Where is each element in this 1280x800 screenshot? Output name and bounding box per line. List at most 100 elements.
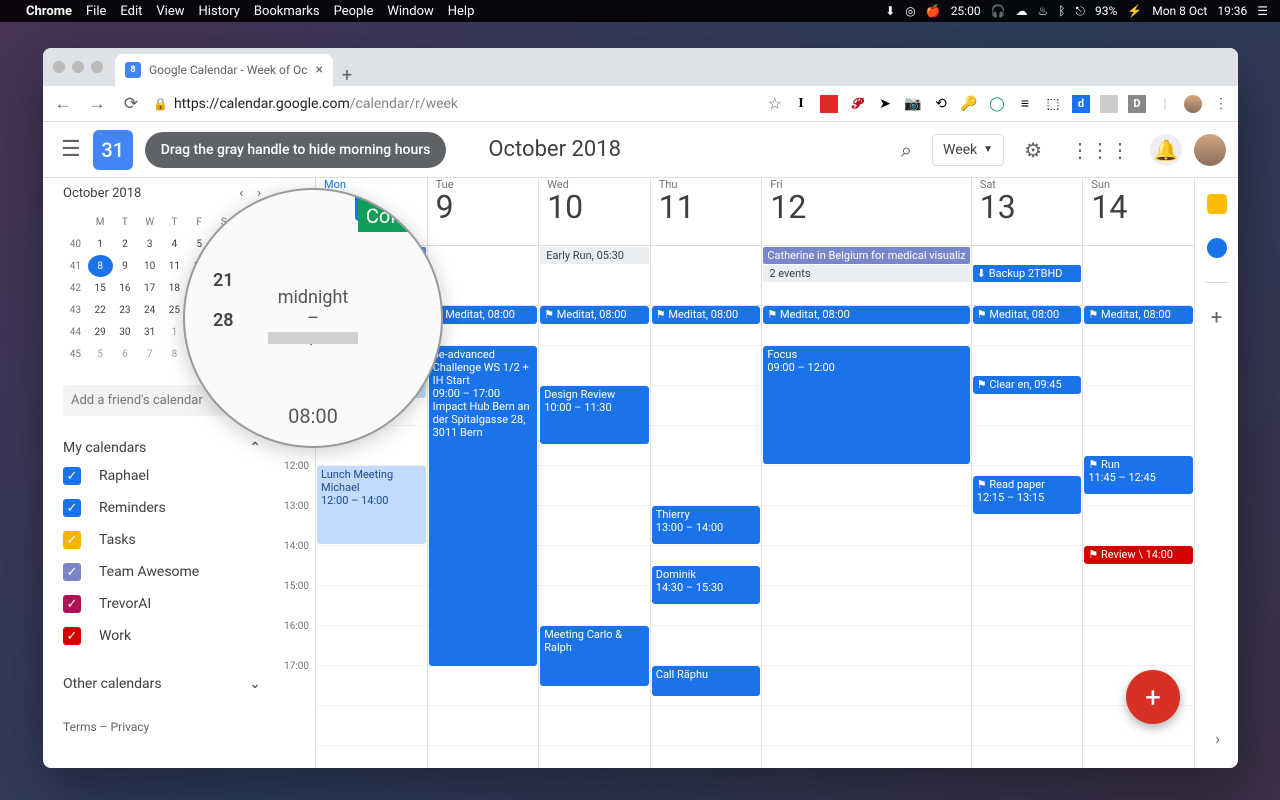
chevron-up-icon[interactable]: ⌃ xyxy=(249,440,261,456)
ext-pinterest[interactable]: 𝓟 xyxy=(848,95,866,113)
new-tab-button[interactable]: + xyxy=(333,65,361,86)
calendar-checkbox[interactable]: ✓ xyxy=(63,627,81,645)
calendar-event[interactable]: Run11:45 – 12:45 xyxy=(1084,456,1193,494)
battery-icon[interactable]: ⚡ xyxy=(1127,4,1142,18)
clock[interactable]: 19:36 xyxy=(1217,4,1247,18)
hours-area[interactable]: Meditat, 08:00Thierry13:00 – 14:00Domini… xyxy=(651,306,762,768)
tab-close-icon[interactable]: × xyxy=(316,62,323,78)
hours-area[interactable]: Meditat, 08:00Design Review10:00 – 11:30… xyxy=(539,306,650,768)
mini-cal-day[interactable]: 22 xyxy=(88,299,113,321)
date[interactable]: Mon 8 Oct xyxy=(1152,4,1207,18)
bluetooth-icon[interactable]: ᛒ xyxy=(1058,4,1065,18)
allday-row[interactable]: Catherine in Belgium for medical visuali… xyxy=(762,246,970,306)
user-avatar[interactable] xyxy=(1194,134,1226,166)
calendar-event[interactable]: Meditat, 08:00 xyxy=(1084,306,1193,324)
chrome-menu-icon[interactable]: ⋮ xyxy=(1212,95,1230,113)
day-header[interactable]: Wed10 xyxy=(539,178,650,246)
sync-icon[interactable]: ◎ xyxy=(905,4,915,18)
day-header[interactable]: Tue9 xyxy=(428,178,539,246)
chevron-down-icon[interactable]: ⌄ xyxy=(249,676,261,692)
hours-area[interactable]: Meditat, 08:00Clear en, 09:45Read paper1… xyxy=(972,306,1083,768)
allday-row[interactable] xyxy=(651,246,762,306)
calendar-item[interactable]: ✓TrevorAI xyxy=(63,588,261,620)
mini-cal-day[interactable]: 2 xyxy=(113,233,138,255)
battery[interactable]: 93% xyxy=(1095,4,1117,18)
mini-cal-day[interactable]: 5 xyxy=(88,343,113,365)
mini-cal-day[interactable]: 11 xyxy=(162,255,187,277)
ext-refresh[interactable]: ⟲ xyxy=(932,95,950,113)
allday-row[interactable]: Early Run, 05:30 xyxy=(539,246,650,306)
mini-cal-day[interactable]: 7 xyxy=(137,343,162,365)
main-menu-icon[interactable]: ☰ xyxy=(61,137,81,162)
keep-icon[interactable] xyxy=(1207,194,1227,214)
ext-cursor[interactable]: ➤ xyxy=(876,95,894,113)
wifi-icon[interactable]: ⎋ xyxy=(1076,4,1086,19)
ext-box[interactable]: ⬚ xyxy=(1044,95,1062,113)
mini-cal-day[interactable]: 18 xyxy=(162,277,187,299)
calendar-event[interactable]: Design Review10:00 – 11:30 xyxy=(540,386,649,444)
calendar-event[interactable]: be-advanced Challenge WS 1/2 + IH Start0… xyxy=(429,346,538,666)
mini-cal-day[interactable]: 4 xyxy=(162,233,187,255)
calendar-event[interactable]: Meditat, 08:00 xyxy=(429,306,538,324)
dropbox-icon[interactable]: ⬇ xyxy=(885,4,895,18)
view-selector[interactable]: Week▼ xyxy=(932,134,1004,166)
mini-cal-day[interactable]: 17 xyxy=(137,277,162,299)
gear-icon[interactable]: ⚙ xyxy=(1016,130,1050,170)
mini-cal-day[interactable]: 3 xyxy=(137,233,162,255)
apps-grid-icon[interactable]: ⋮⋮⋮ xyxy=(1062,130,1138,170)
menu-help[interactable]: Help xyxy=(448,4,475,19)
allday-row[interactable]: x⬇ Backup 2TBHD xyxy=(972,246,1083,306)
menu-history[interactable]: History xyxy=(199,4,240,19)
footer-links[interactable]: Terms – Privacy xyxy=(63,720,261,734)
calendar-event[interactable]: Meditat, 08:00 xyxy=(652,306,761,324)
mini-cal-day[interactable]: 23 xyxy=(113,299,138,321)
zoom-window-button[interactable] xyxy=(91,61,103,73)
create-event-fab[interactable]: + xyxy=(1126,670,1180,724)
url-field[interactable]: 🔒 https://calendar.google.com/calendar/r… xyxy=(153,96,758,112)
add-addon-icon[interactable]: + xyxy=(1207,307,1227,327)
flame-icon[interactable]: ♨ xyxy=(1038,4,1049,18)
menu-edit[interactable]: Edit xyxy=(120,4,142,19)
day-header[interactable]: Sun14 xyxy=(1083,178,1194,246)
ext-key[interactable]: 🔑 xyxy=(960,95,978,113)
browser-tab[interactable]: 8 Google Calendar - Week of Oc × xyxy=(115,54,333,86)
timer[interactable]: 25:00 xyxy=(951,4,981,18)
mini-cal-day[interactable]: 8 xyxy=(88,255,113,277)
calendar-event[interactable]: Review \ 14:00 xyxy=(1084,546,1193,564)
calendar-checkbox[interactable]: ✓ xyxy=(63,531,81,549)
ext-flipboard[interactable] xyxy=(820,95,838,113)
ext-d2[interactable]: D xyxy=(1128,95,1146,113)
calendar-item[interactable]: ✓Team Awesome xyxy=(63,556,261,588)
allday-row[interactable] xyxy=(428,246,539,306)
expand-rail-icon[interactable]: › xyxy=(1215,729,1220,748)
calendar-event[interactable]: Clear en, 09:45 xyxy=(973,376,1082,394)
hours-area[interactable]: Meditat, 08:00 be-advanced Challenge WS 1… xyxy=(428,306,539,768)
mini-cal-day[interactable]: 31 xyxy=(137,321,162,343)
allday-summary[interactable]: Early Run, 05:30 xyxy=(540,247,649,264)
tasks-icon[interactable] xyxy=(1207,238,1227,258)
calendar-checkbox[interactable]: ✓ xyxy=(63,499,81,517)
menu-people[interactable]: People xyxy=(334,4,374,19)
tomato-icon[interactable]: 🍎 xyxy=(926,4,941,18)
ext-circle[interactable]: ◯ xyxy=(988,95,1006,113)
ext-gray1[interactable] xyxy=(1100,95,1118,113)
headphones-icon[interactable]: 🎧 xyxy=(991,4,1006,18)
reload-button[interactable]: ⟳ xyxy=(119,94,143,114)
menu-file[interactable]: File xyxy=(86,4,106,19)
calendar-event[interactable]: Meditat, 08:00 xyxy=(763,306,969,324)
ext-d1[interactable]: d xyxy=(1072,95,1090,113)
menu-window[interactable]: Window xyxy=(387,4,433,19)
calendar-checkbox[interactable]: ✓ xyxy=(63,595,81,613)
ext-buffer[interactable]: ≡ xyxy=(1016,95,1034,113)
mini-cal-day[interactable]: 10 xyxy=(137,255,162,277)
allday-event[interactable]: ⬇ Backup 2TBHD xyxy=(973,265,1082,282)
calendar-item[interactable]: ✓Raphael xyxy=(63,460,261,492)
other-calendars-title[interactable]: Other calendars xyxy=(63,676,162,692)
star-icon[interactable]: ☆ xyxy=(768,94,782,113)
ext-instapaper[interactable]: I xyxy=(792,95,810,113)
cloud-icon[interactable]: ☁ xyxy=(1016,4,1028,18)
calendar-event[interactable]: Dominik14:30 – 15:30 xyxy=(652,566,761,604)
drag-handle[interactable] xyxy=(268,332,358,344)
ext-camera[interactable]: 📷 xyxy=(904,95,922,113)
app-name[interactable]: Chrome xyxy=(26,4,72,19)
